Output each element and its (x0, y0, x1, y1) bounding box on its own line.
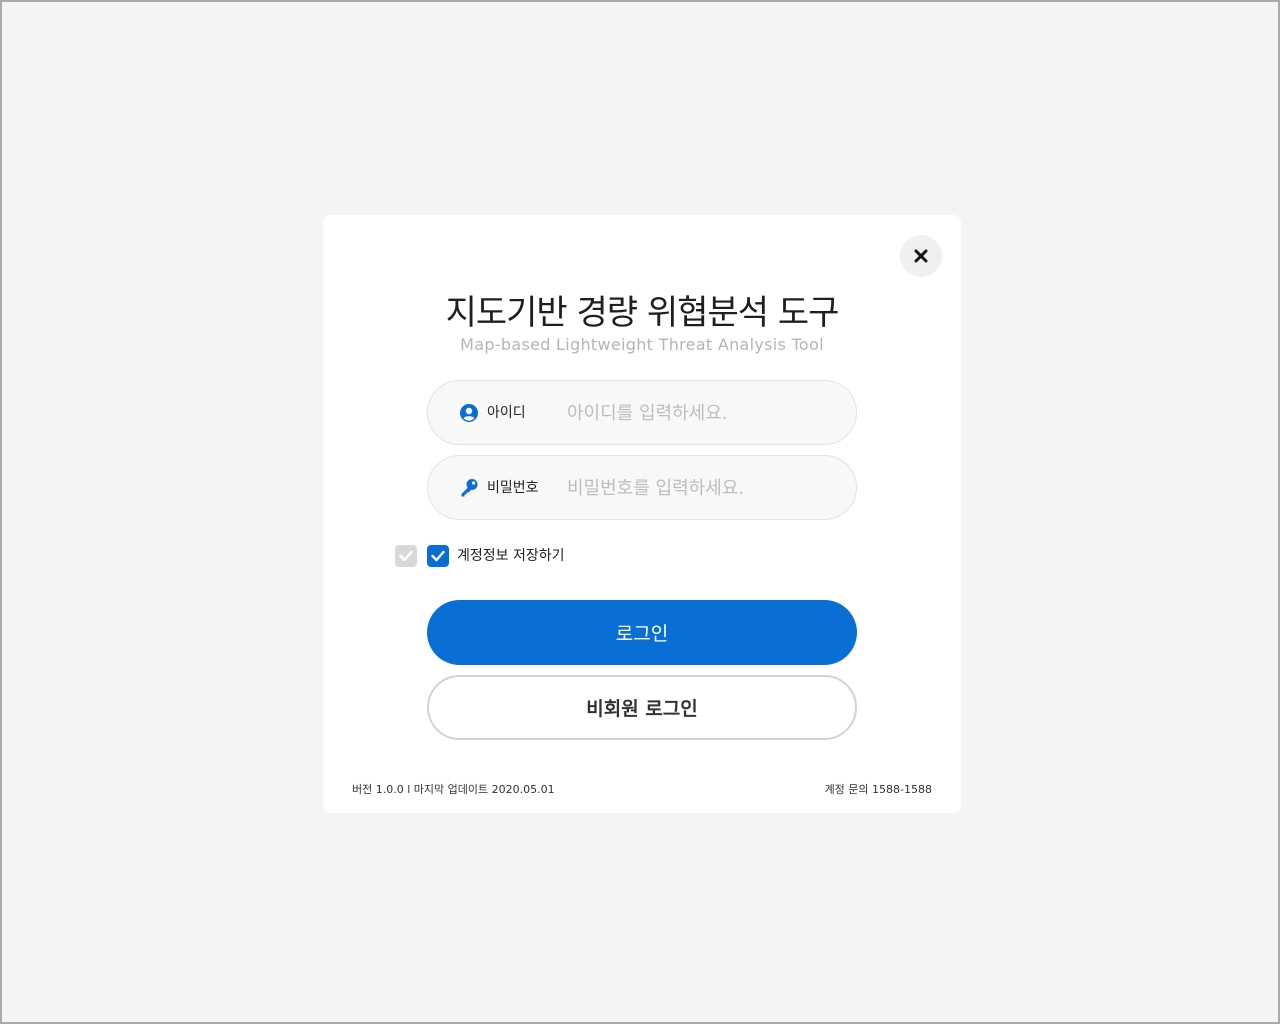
password-field[interactable]: 비밀번호 (427, 455, 857, 520)
password-input[interactable] (567, 472, 837, 504)
id-label: 아이디 (487, 405, 526, 421)
dialog-title: 지도기반 경량 위협분석 도구 (445, 293, 840, 333)
id-field[interactable]: 아이디 (427, 380, 857, 445)
guest-login-button[interactable]: 비회원 로그인 (427, 675, 857, 740)
key-icon (459, 478, 479, 498)
close-icon (914, 249, 928, 263)
version-info: 버전 1.0.0 l 마지막 업데이트 2020.05.01 (352, 783, 555, 796)
app-window: 지도기반 경량 위협분석 도구 Map-based Lightweight Th… (0, 0, 1280, 1024)
dialog-subtitle: Map-based Lightweight Threat Analysis To… (460, 335, 824, 354)
remember-checkbox[interactable] (427, 545, 449, 567)
check-icon (431, 550, 445, 562)
user-circle-icon (459, 403, 479, 423)
close-button[interactable] (900, 235, 942, 277)
check-icon (399, 550, 413, 562)
remember-label[interactable]: 계정정보 저장하기 (457, 546, 565, 566)
contact-info: 계정 문의 1588-1588 (824, 783, 932, 796)
password-label: 비밀번호 (487, 480, 539, 496)
id-input[interactable] (567, 397, 837, 429)
checkbox-disabled (395, 545, 417, 567)
login-dialog: 지도기반 경량 위협분석 도구 Map-based Lightweight Th… (323, 215, 961, 813)
login-button[interactable]: 로그인 (427, 600, 857, 665)
